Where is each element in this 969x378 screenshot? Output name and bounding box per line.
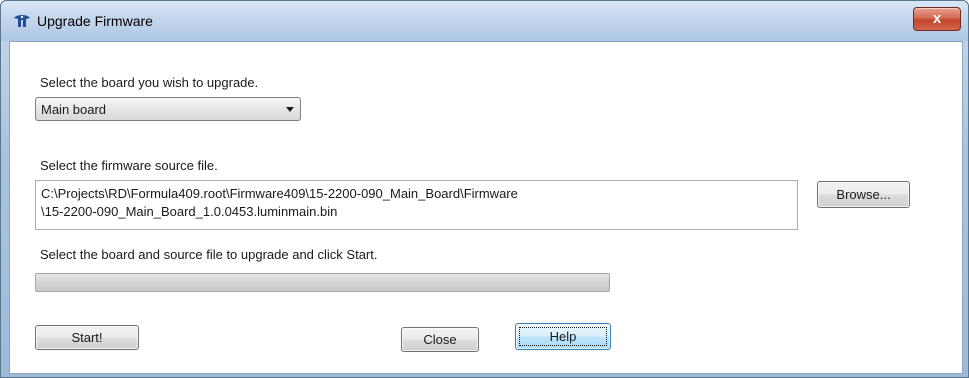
focus-rectangle [519,327,607,346]
help-button[interactable]: Help [515,323,611,350]
firmware-path-line-1: C:\Projects\RD\Formula409.root\Firmware4… [41,186,518,201]
board-select-value: Main board [41,102,107,117]
board-select[interactable]: Main board [35,97,301,121]
upgrade-firmware-window: Upgrade Firmware x Select the board you … [0,0,969,378]
start-button[interactable]: Start! [35,325,139,350]
board-prompt-label: Select the board you wish to upgrade. [40,75,259,90]
upgrade-progress-bar [35,273,610,292]
firmware-path-field[interactable]: C:\Projects\RD\Formula409.root\Firmware4… [35,180,798,230]
firmware-prompt-label: Select the firmware source file. [40,158,218,173]
app-logo-icon [13,14,31,28]
close-button[interactable]: Close [401,327,479,352]
window-title: Upgrade Firmware [37,13,153,29]
dialog-content: Select the board you wish to upgrade. Ma… [9,41,963,374]
chevron-down-icon [286,107,294,112]
firmware-path-line-2: \15-2200-090_Main_Board_1.0.0453.luminma… [41,204,338,219]
close-icon: x [932,10,942,27]
status-message: Select the board and source file to upgr… [40,247,378,262]
browse-button[interactable]: Browse... [817,181,910,208]
window-close-button[interactable]: x [913,7,961,31]
title-bar[interactable]: Upgrade Firmware x [1,1,968,41]
